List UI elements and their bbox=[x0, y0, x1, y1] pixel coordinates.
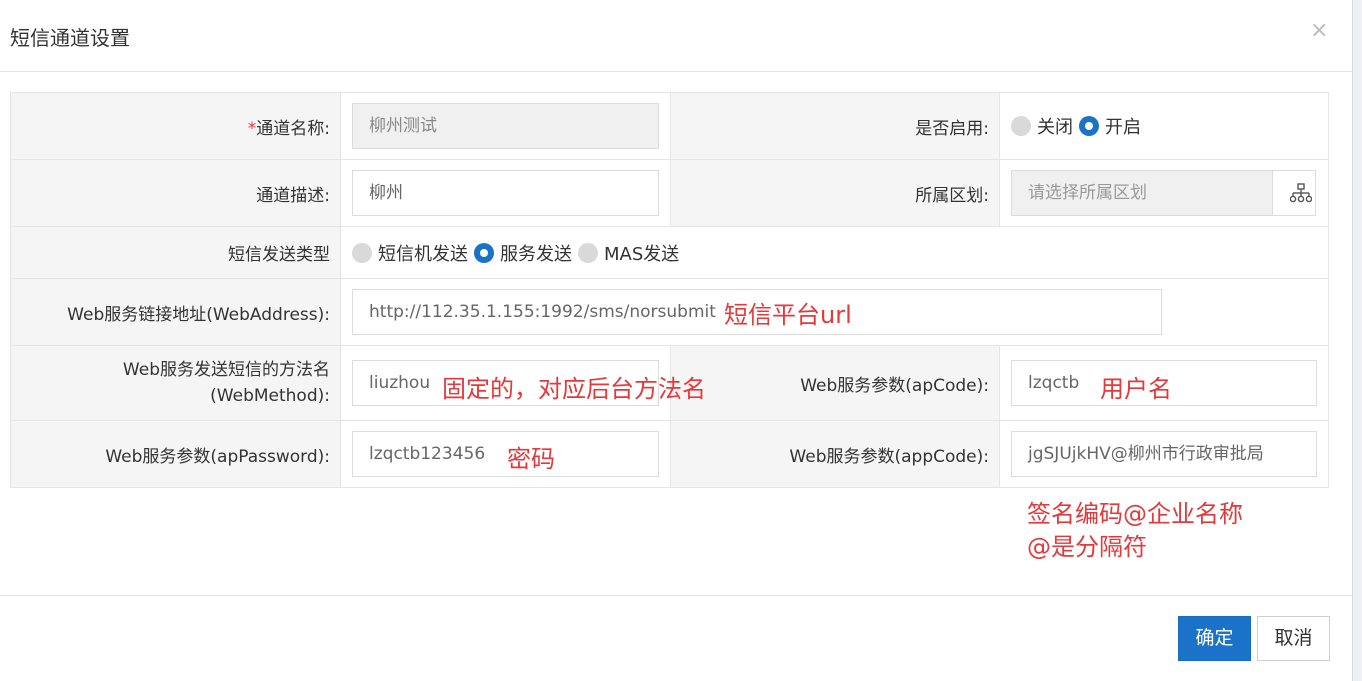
annotation-username: 用户名 bbox=[1100, 375, 1172, 403]
ap-password-label: Web服务参数(apPassword): bbox=[10, 420, 341, 488]
send-type-service-radio[interactable] bbox=[474, 242, 494, 263]
app-code-input[interactable]: jgSJUjkHV@柳州市行政审批局 bbox=[1011, 431, 1317, 477]
form-row: 短信发送类型 短信机发送 服务发送 MAS发送 bbox=[10, 226, 1329, 279]
enabled-on-radio[interactable] bbox=[1079, 116, 1099, 136]
channel-form: *通道名称: 柳州测试 是否启用: 关闭 开启 通道描述: 柳州 所属区划: 请… bbox=[10, 92, 1329, 488]
dialog-header: 短信通道设置 × bbox=[0, 0, 1352, 72]
region-label: 所属区划: bbox=[670, 159, 1000, 227]
footer-divider bbox=[0, 595, 1352, 596]
region-placeholder: 请选择所属区划 bbox=[1028, 183, 1147, 203]
sms-channel-dialog: 短信通道设置 × *通道名称: 柳州测试 是否启用: 关闭 开启 通道描述: 柳… bbox=[0, 0, 1352, 681]
required-mark: * bbox=[247, 118, 257, 139]
enabled-on-label: 开启 bbox=[1105, 117, 1141, 138]
enabled-radio-group: 关闭 开启 bbox=[1011, 113, 1328, 139]
ap-code-label: Web服务参数(apCode): bbox=[670, 345, 1000, 421]
org-tree-icon bbox=[1289, 183, 1312, 203]
annotation-url: 短信平台url bbox=[724, 301, 852, 329]
ap-password-input[interactable]: lzqctb123456 bbox=[352, 431, 659, 477]
channel-name-label: *通道名称: bbox=[10, 92, 341, 160]
region-select[interactable]: 请选择所属区划 bbox=[1011, 170, 1316, 216]
annotation-signature-line1: 签名编码@企业名称 bbox=[1027, 500, 1243, 528]
app-code-label: Web服务参数(appCode): bbox=[670, 420, 1000, 488]
enabled-off-label: 关闭 bbox=[1037, 117, 1073, 138]
enabled-off-radio[interactable] bbox=[1011, 116, 1031, 136]
annotation-signature-line2: @是分隔符 bbox=[1027, 533, 1147, 561]
web-method-label-line1: Web服务发送短信的方法名 bbox=[122, 360, 330, 380]
dialog-title: 短信通道设置 bbox=[10, 26, 130, 50]
form-row: 通道描述: 柳州 所属区划: 请选择所属区划 bbox=[10, 159, 1329, 227]
web-method-label-line2: (WebMethod): bbox=[210, 386, 330, 406]
form-row: Web服务链接地址(WebAddress): http://112.35.1.1… bbox=[10, 278, 1329, 346]
cancel-button[interactable]: 取消 bbox=[1257, 616, 1330, 661]
channel-desc-input[interactable]: 柳州 bbox=[352, 170, 659, 216]
close-icon[interactable]: × bbox=[1310, 18, 1328, 43]
enabled-label: 是否启用: bbox=[670, 92, 1000, 160]
send-type-label: 短信发送类型 bbox=[10, 226, 341, 279]
send-type-mas-radio[interactable] bbox=[578, 242, 598, 263]
channel-name-input[interactable]: 柳州测试 bbox=[352, 103, 659, 149]
web-address-label: Web服务链接地址(WebAddress): bbox=[10, 278, 341, 346]
web-method-label: Web服务发送短信的方法名 (WebMethod): bbox=[10, 345, 341, 421]
channel-desc-label: 通道描述: bbox=[10, 159, 341, 227]
form-row: Web服务参数(apPassword): lzqctb123456 Web服务参… bbox=[10, 420, 1329, 488]
annotation-method: 固定的，对应后台方法名 bbox=[442, 375, 706, 403]
send-type-sms-machine-label: 短信机发送 bbox=[378, 243, 468, 265]
annotation-password: 密码 bbox=[507, 445, 555, 473]
channel-name-label-text: 通道名称: bbox=[256, 118, 330, 139]
send-type-radio-group: 短信机发送 服务发送 MAS发送 bbox=[352, 240, 1328, 266]
confirm-button[interactable]: 确定 bbox=[1178, 616, 1251, 661]
form-row: *通道名称: 柳州测试 是否启用: 关闭 开启 bbox=[10, 92, 1329, 160]
send-type-mas-label: MAS发送 bbox=[604, 243, 680, 265]
send-type-sms-machine-radio[interactable] bbox=[352, 242, 372, 263]
send-type-service-label: 服务发送 bbox=[500, 243, 572, 265]
background-edge bbox=[1352, 0, 1362, 681]
org-tree-button[interactable] bbox=[1272, 171, 1315, 215]
